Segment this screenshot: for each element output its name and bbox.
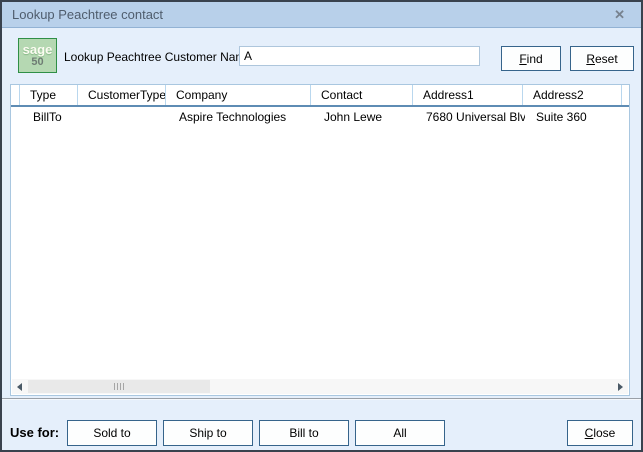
titlebar: Lookup Peachtree contact ✕ — [2, 2, 641, 28]
customer-name-label: Lookup Peachtree Customer Name: — [64, 50, 255, 64]
all-button[interactable]: All — [355, 420, 445, 446]
cell-address1: 7680 Universal Blvd. — [415, 110, 525, 124]
sage-50-logo: sage 50 — [18, 38, 57, 73]
contacts-table: Type CustomerType Company Contact Addres… — [10, 84, 630, 396]
footer-bar: Use for: Sold to Ship to Bill to All Clo… — [2, 400, 641, 450]
header-spacer — [11, 85, 19, 105]
scroll-left-arrow-icon — [17, 383, 22, 391]
table-row[interactable]: BillTo Aspire Technologies John Lewe 768… — [11, 107, 629, 126]
ship-to-label: Ship to — [189, 426, 226, 440]
horizontal-scrollbar[interactable] — [12, 379, 628, 394]
close-icon[interactable]: ✕ — [614, 7, 625, 23]
thumb-grip-icon — [117, 383, 118, 390]
table-header-row: Type CustomerType Company Contact Addres… — [11, 85, 629, 107]
customer-name-input[interactable] — [239, 46, 480, 66]
column-header-company[interactable]: Company — [165, 85, 310, 105]
find-button-label: Find — [519, 52, 542, 66]
scrollbar-thumb[interactable] — [28, 380, 210, 393]
scroll-right-arrow-icon — [618, 383, 623, 391]
find-button[interactable]: Find — [501, 46, 561, 71]
column-header-address1[interactable]: Address1 — [412, 85, 522, 105]
cell-address2: Suite 360 — [525, 110, 625, 124]
reset-button-label: Reset — [586, 52, 617, 66]
close-button[interactable]: Close — [567, 420, 633, 446]
thumb-grip-icon — [120, 383, 121, 390]
window-title: Lookup Peachtree contact — [12, 7, 163, 22]
thumb-grip-icon — [123, 383, 124, 390]
sold-to-button[interactable]: Sold to — [67, 420, 157, 446]
cell-type: BillTo — [22, 110, 80, 124]
column-header-address2[interactable]: Address2 — [522, 85, 622, 105]
all-button-label: All — [393, 426, 406, 440]
cell-company: Aspire Technologies — [168, 110, 313, 124]
sage-logo-50: 50 — [31, 57, 43, 68]
ship-to-button[interactable]: Ship to — [163, 420, 253, 446]
close-button-label: Close — [585, 426, 616, 440]
bill-to-label: Bill to — [289, 426, 318, 440]
thumb-grip-icon — [114, 383, 115, 390]
sage-logo-text: sage — [23, 43, 53, 56]
cell-contact: John Lewe — [313, 110, 415, 124]
scroll-left-button[interactable] — [12, 379, 27, 394]
footer-separator — [2, 398, 641, 399]
scroll-right-button[interactable] — [613, 379, 628, 394]
sold-to-label: Sold to — [93, 426, 130, 440]
use-for-label: Use for: — [10, 425, 62, 440]
column-header-type[interactable]: Type — [19, 85, 77, 105]
reset-button[interactable]: Reset — [570, 46, 634, 71]
bill-to-button[interactable]: Bill to — [259, 420, 349, 446]
lookup-peachtree-contact-dialog: Lookup Peachtree contact ✕ sage 50 Looku… — [0, 0, 643, 452]
column-header-customertype[interactable]: CustomerType — [77, 85, 165, 105]
column-header-contact[interactable]: Contact — [310, 85, 412, 105]
